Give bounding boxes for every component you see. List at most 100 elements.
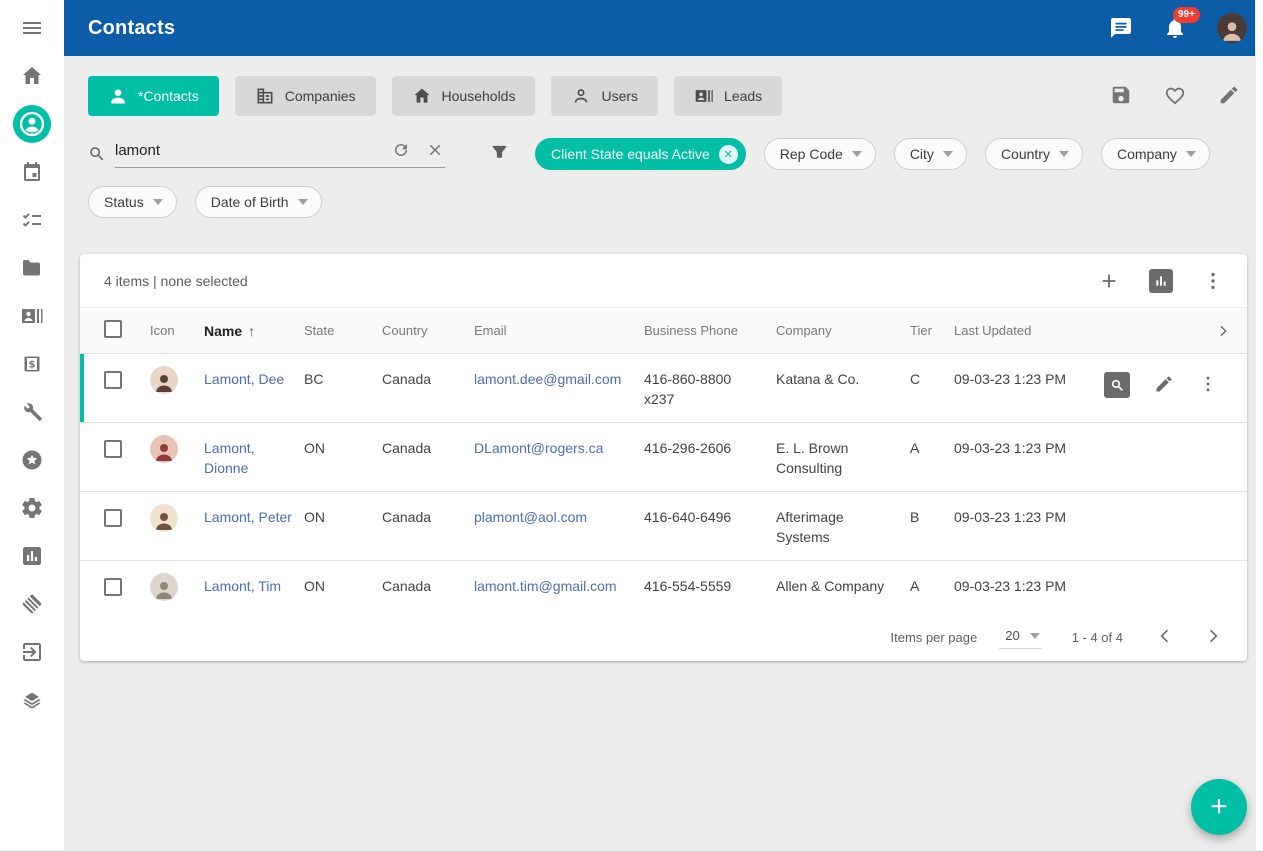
chat-icon [1109,16,1133,40]
filter-button[interactable] [487,142,511,166]
business-phone-cell: 416-296-2606 [644,438,776,458]
table-row[interactable]: Lamont, Dionne ON Canada DLamont@rogers.… [80,423,1247,492]
menu-icon[interactable] [0,4,64,52]
contact-name-link[interactable]: Lamont, Peter [204,509,292,525]
topbar: Contacts 99+ [64,0,1263,56]
search-input[interactable] [115,142,377,159]
edit-row-button[interactable] [1154,374,1174,397]
scroll-columns-right-button[interactable] [1215,323,1231,339]
sidebar-item-tools[interactable] [0,388,64,436]
contacts-active-icon [13,105,51,143]
notifications-button[interactable]: 99+ [1163,16,1187,40]
row-menu-button[interactable] [1198,374,1218,397]
tab-users[interactable]: Users [551,76,658,116]
sidebar-item-tags[interactable] [0,580,64,628]
column-header-company[interactable]: Company [776,323,910,338]
tab-leads[interactable]: Leads [674,76,782,116]
contact-name-link[interactable]: Lamont, Tim [204,578,281,594]
house-icon [412,86,432,106]
tier-cell: C [910,369,954,389]
last-updated-cell: 09-03-23 1:23 PM [954,369,1104,389]
column-header-country[interactable]: Country [382,323,474,338]
sidebar: $ [0,0,64,851]
preview-magnifier-icon [1109,377,1125,393]
phone-number: 416-860-8800 [644,371,731,387]
sidebar-item-documents[interactable] [0,244,64,292]
heart-icon [1164,84,1186,106]
row-checkbox[interactable] [104,509,122,527]
filter-chip-rep-code[interactable]: Rep Code [764,138,876,170]
preview-button[interactable] [1104,372,1130,398]
sidebar-item-reports[interactable] [0,532,64,580]
sidebar-item-layers[interactable] [0,676,64,724]
table-row[interactable]: Lamont, Peter ON Canada plamont@aol.com … [80,492,1247,561]
contact-email-link[interactable]: lamont.dee@gmail.com [474,371,621,387]
sidebar-item-billing[interactable]: $ [0,340,64,388]
svg-text:$: $ [29,360,36,371]
favorite-view-button[interactable] [1163,84,1187,108]
selection-summary: 4 items | none selected [104,273,248,289]
sidebar-item-home[interactable] [0,52,64,100]
contact-email-link[interactable]: plamont@aol.com [474,509,587,525]
column-header-icon[interactable]: Icon [150,323,204,338]
chat-button[interactable] [1109,16,1133,40]
contact-email-link[interactable]: DLamont@rogers.ca [474,440,603,456]
tab-companies[interactable]: Companies [235,76,376,116]
contact-email-link[interactable]: lamont.tim@gmail.com [474,578,617,594]
save-view-button[interactable] [1109,84,1133,108]
row-checkbox[interactable] [104,578,122,596]
row-checkbox[interactable] [104,371,122,389]
contact-name-link[interactable]: Lamont, Dee [204,371,284,387]
add-button[interactable] [1097,269,1121,293]
select-all-checkbox[interactable] [104,320,122,338]
search-box [88,141,445,168]
filter-chip-company[interactable]: Company [1101,138,1210,170]
sidebar-item-favorites[interactable] [0,436,64,484]
filter-icon [489,142,510,163]
app-window: $ Contacts [0,0,1263,852]
contact-avatar [150,366,178,394]
items-per-page-select[interactable]: 20 [999,625,1041,649]
last-updated-cell: 09-03-23 1:23 PM [954,576,1104,596]
next-page-button[interactable] [1201,625,1225,649]
filter-chip-date-of-birth[interactable]: Date of Birth [195,186,322,218]
table-row[interactable]: Lamont, Tim ON Canada lamont.tim@gmail.c… [80,561,1247,613]
filter-chip-country[interactable]: Country [985,138,1083,170]
grid-menu-button[interactable] [1201,269,1225,293]
pencil-icon [1154,374,1174,394]
column-header-tier[interactable]: Tier [910,323,954,338]
column-header-name[interactable]: Name ↑ [204,323,304,339]
refresh-button[interactable] [391,141,411,161]
vertical-scrollbar[interactable] [1255,0,1263,851]
content-area: *Contacts Companies Households Users Lea… [64,56,1263,851]
sidebar-item-contact-cards[interactable] [0,292,64,340]
contact-cards-icon [20,304,44,328]
sidebar-item-contacts[interactable] [0,100,64,148]
state-cell: ON [304,507,382,527]
sidebar-item-tasks[interactable] [0,196,64,244]
row-checkbox[interactable] [104,440,122,458]
table-row[interactable]: Lamont, Dee BC Canada lamont.dee@gmail.c… [80,354,1247,423]
chart-view-button[interactable] [1149,269,1173,293]
filter-chip-status[interactable]: Status [88,186,177,218]
clear-search-button[interactable] [425,141,445,161]
filter-chip-city[interactable]: City [894,138,967,170]
contact-name-link[interactable]: Lamont, Dionne [204,440,255,476]
sidebar-item-settings[interactable] [0,484,64,532]
column-header-state[interactable]: State [304,323,382,338]
user-avatar[interactable] [1217,13,1247,43]
column-header-email[interactable]: Email [474,323,644,338]
column-header-last-updated[interactable]: Last Updated [954,323,1104,338]
remove-filter-icon[interactable]: ✕ [719,145,738,164]
tab-households[interactable]: Households [392,76,536,116]
column-header-business-phone[interactable]: Business Phone [644,323,776,338]
edit-view-button[interactable] [1217,84,1241,108]
chevron-down-icon [1059,151,1069,157]
country-cell: Canada [382,438,474,458]
tab-contacts[interactable]: *Contacts [88,76,219,116]
previous-page-button[interactable] [1153,625,1177,649]
sidebar-item-calendar[interactable] [0,148,64,196]
add-contact-fab[interactable]: + [1191,779,1247,835]
applied-filter-chip[interactable]: Client State equals Active ✕ [535,138,746,170]
sidebar-item-sign-out[interactable] [0,628,64,676]
